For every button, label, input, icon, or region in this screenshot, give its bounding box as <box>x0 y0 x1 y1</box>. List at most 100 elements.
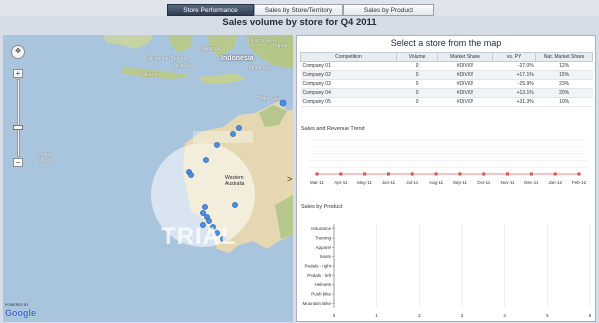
cell-nat-share: 23% <box>535 79 593 89</box>
x-tick-label: Jun-11 <box>382 180 396 185</box>
x-tick-label: 5 <box>546 313 549 318</box>
col-competition: Competition <box>300 52 397 62</box>
data-point <box>506 172 510 176</box>
zoom-in-button[interactable]: + <box>13 69 23 78</box>
y-tick-label: Mountain Bike <box>302 301 331 306</box>
col-volume: Volume <box>395 52 439 62</box>
tab-store-performance[interactable]: Store Performance <box>167 4 254 16</box>
map-label-jakarta: Jakarta <box>141 72 158 78</box>
cell-vs-py: -27.0% <box>492 61 536 71</box>
x-tick-label: 6 <box>589 313 592 318</box>
col-market-share: Market Share <box>437 52 493 62</box>
competition-table: Competition Volume Market Share vs. PY N… <box>300 52 593 107</box>
data-point <box>386 172 390 176</box>
cell-volume: 0 <box>396 70 438 80</box>
y-tick-label: Pedals - right <box>304 264 331 269</box>
store-marker <box>279 99 287 107</box>
cell-nat-share: 20% <box>535 88 593 98</box>
zoom-slider-thumb[interactable] <box>13 125 23 130</box>
x-tick-label: Jul-11 <box>406 180 418 185</box>
col-nat-market-share: Nat. Market Share <box>535 52 593 62</box>
zoom-slider-track[interactable] <box>17 79 20 157</box>
data-point <box>553 172 557 176</box>
x-tick-label: 4 <box>503 313 506 318</box>
table-row[interactable]: Company 05 0 #DIV/0! +31.3% 10% <box>300 97 593 107</box>
cell-market-share: #DIV/0! <box>437 97 493 107</box>
x-tick-label: Feb-12 <box>572 180 587 185</box>
tab-sales-by-store-territory[interactable]: Sales by Store/Territory <box>254 4 343 16</box>
cell-competitor: Company 05 <box>300 97 397 107</box>
x-tick-label: May-11 <box>357 180 372 185</box>
table-row[interactable]: Company 02 0 #DIV/0! +17.1% 15% <box>300 70 593 80</box>
cell-nat-share: 10% <box>535 97 593 107</box>
data-point <box>458 172 462 176</box>
cell-nat-share: 15% <box>535 70 593 80</box>
store-map[interactable]: Indonesia Java Sea Banda Sea Timor Sea K… <box>3 35 293 322</box>
trial-watermark: TRIAL <box>161 223 237 250</box>
store-details-panel: Select a store from the map Competition … <box>296 35 596 322</box>
x-tick-label: 3 <box>461 313 464 318</box>
collapse-panel-arrow-icon[interactable]: > <box>287 174 292 184</box>
cell-competitor: Company 02 <box>300 70 397 80</box>
map-canvas[interactable] <box>3 35 293 322</box>
map-label-molucca: Molucca Sea <box>245 38 274 44</box>
y-tick-label: Seats <box>319 254 331 259</box>
y-tick-label: Helmets <box>314 282 331 287</box>
panel-title: Select a store from the map <box>390 38 502 48</box>
google-logo[interactable]: Google <box>5 308 36 318</box>
y-tick-label: Training <box>315 236 332 241</box>
x-tick-label: 2 <box>418 313 421 318</box>
cell-volume: 0 <box>396 61 438 71</box>
map-label-kalimantan: Kalimantan Tengah <box>145 56 188 62</box>
table-row[interactable]: Company 04 0 #DIV/0! +13.1% 20% <box>300 88 593 98</box>
map-label-java-sea: Java Sea <box>173 63 194 69</box>
y-tick-label: Push bike <box>311 292 331 297</box>
cell-competitor: Company 03 <box>300 79 397 89</box>
data-point <box>434 172 438 176</box>
zoom-out-button[interactable]: − <box>13 158 23 167</box>
product-chart-title: Sales by Product <box>301 204 343 210</box>
x-tick-label: 0 <box>333 313 336 318</box>
tab-sales-by-product[interactable]: Sales by Product <box>343 4 434 16</box>
y-tick-label: Insurance <box>311 226 331 231</box>
map-label-indonesia: Indonesia <box>221 55 254 62</box>
x-tick-label: Dec-11 <box>524 180 539 185</box>
sales-by-product-chart: 0 1 2 3 4 5 6 Insurance Training Apparel Seats Peda… <box>302 224 592 318</box>
y-tick-label: Pedals - left <box>307 273 332 278</box>
data-point <box>410 172 414 176</box>
table-row[interactable]: Company 01 0 #DIV/0! -27.0% 12% <box>300 61 593 71</box>
map-label-makassar: Makassar <box>199 46 221 52</box>
data-point <box>577 172 581 176</box>
cell-market-share: #DIV/0! <box>437 79 493 89</box>
x-tick-label: Jan-12 <box>548 180 562 185</box>
y-tick-label: Apparel <box>315 245 331 250</box>
data-point <box>363 172 367 176</box>
x-tick-label: Sep-11 <box>453 180 468 185</box>
cell-vs-py: +13.1% <box>492 88 536 98</box>
trend-chart-title: Sales and Revenue Trend <box>301 126 365 132</box>
data-point <box>482 172 486 176</box>
cell-market-share: #DIV/0! <box>437 70 493 80</box>
page-title: Sales volume by store for Q4 2011 <box>222 17 377 28</box>
x-tick-label: Apr-11 <box>334 180 348 185</box>
pan-icon[interactable]: ✥ <box>11 45 25 59</box>
map-label-timor-sea: Timor Sea <box>257 96 280 102</box>
tab-bar: Store Performance Sales by Store/Territo… <box>0 0 599 16</box>
map-label-banda-sea: Banda Sea <box>247 65 272 71</box>
table-header-row: Competition Volume Market Share vs. PY N… <box>300 52 593 62</box>
powered-by-label: POWERED BY <box>5 303 29 307</box>
sales-revenue-trend-chart: Mar-11 Apr-11 May-11 Jun-11 Jul-11 Aug-11 Sep-… <box>310 139 587 185</box>
map-label-western-australia: Western Australia <box>225 175 245 187</box>
cell-vs-py: +17.1% <box>492 70 536 80</box>
x-tick-label: Aug-11 <box>429 180 444 185</box>
cell-volume: 0 <box>396 88 438 98</box>
x-tick-label: Nov-11 <box>500 180 515 185</box>
cell-vs-py: +31.3% <box>492 97 536 107</box>
cell-market-share: #DIV/0! <box>437 88 493 98</box>
cell-nat-share: 12% <box>535 61 593 71</box>
x-tick-label: 1 <box>375 313 378 318</box>
col-vs-py: vs. PY <box>491 52 537 62</box>
map-label-papua: Papua <box>273 43 288 49</box>
x-tick-label: Mar-11 <box>310 180 324 185</box>
table-row[interactable]: Company 03 0 #DIV/0! -25.9% 23% <box>300 79 593 89</box>
